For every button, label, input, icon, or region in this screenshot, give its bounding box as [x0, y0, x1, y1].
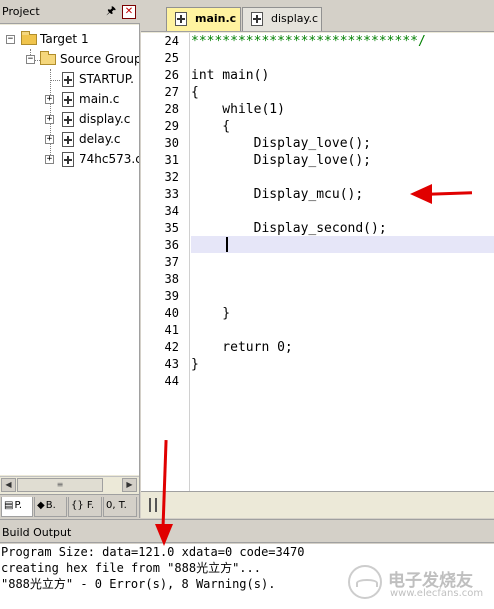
- code-line: while(1): [191, 102, 285, 117]
- pin-icon[interactable]: 🖈: [106, 5, 116, 17]
- line-number: 43: [164, 357, 179, 371]
- scrollbar-thumb[interactable]: ≡: [17, 478, 103, 492]
- line-number: 42: [164, 340, 179, 354]
- code-line: return 0;: [191, 340, 293, 355]
- expand-icon[interactable]: +: [45, 115, 54, 124]
- annotation-arrowhead-icon: [410, 184, 432, 204]
- expand-icon[interactable]: +: [45, 135, 54, 144]
- current-line-highlight: [191, 236, 494, 253]
- close-icon[interactable]: ✕: [122, 5, 136, 19]
- books-tab-icon: ◆: [37, 500, 45, 511]
- editor-tab-strip: main.c display.c: [141, 0, 494, 32]
- scroll-left-icon[interactable]: ◀: [1, 478, 16, 492]
- line-number: 36: [164, 238, 179, 252]
- tree-item-file-label: main.c: [79, 92, 120, 106]
- tree-item-file-label: display.c: [79, 112, 131, 126]
- line-number: 32: [164, 170, 179, 184]
- folder-icon: [40, 51, 56, 67]
- expand-icon[interactable]: +: [45, 155, 54, 164]
- watermark-logo-icon: [348, 565, 382, 599]
- tree-item-source-group-label: Source Group: [60, 52, 139, 66]
- collapse-icon[interactable]: −: [6, 35, 15, 44]
- build-output-line: "888光立方" - 0 Error(s), 8 Warning(s).: [1, 577, 276, 591]
- line-number: 35: [164, 221, 179, 235]
- line-number: 40: [164, 306, 179, 320]
- scroll-marker: [155, 498, 157, 512]
- project-panel: Project 🖈 ✕ − Target 1 − Source Group ST…: [0, 0, 140, 518]
- scroll-marker: [149, 498, 151, 512]
- code-line: Display_mcu();: [191, 187, 364, 202]
- file-icon: [60, 91, 76, 107]
- watermark-url: www.elecfans.com: [390, 588, 484, 599]
- project-panel-tabs: ▤P. ◆B. {} F. 0, T.: [0, 494, 139, 518]
- file-icon: [60, 111, 76, 127]
- code-editor[interactable]: 24 25 26 27 28 29 30 31 32 33 34 35 36 3…: [141, 33, 494, 491]
- project-tree: − Target 1 − Source Group STARTUP. + mai…: [0, 25, 139, 475]
- code-line: Display_second();: [191, 221, 387, 236]
- code-line: int main(): [191, 68, 270, 83]
- line-number: 38: [164, 272, 179, 286]
- line-number: 30: [164, 136, 179, 150]
- file-icon: [175, 12, 187, 26]
- line-number: 39: [164, 289, 179, 303]
- line-number: 28: [164, 102, 179, 116]
- tab-functions[interactable]: {} F.: [68, 497, 102, 517]
- code-line: {: [191, 85, 199, 100]
- expand-icon[interactable]: +: [45, 95, 54, 104]
- project-titlebar: Project 🖈 ✕: [0, 0, 140, 24]
- tree-item-file-label: delay.c: [79, 132, 121, 146]
- build-output-line: Program Size: data=121.0 xdata=0 code=34…: [1, 545, 305, 559]
- tree-item-target-label: Target 1: [40, 32, 89, 46]
- code-line: {: [191, 119, 231, 134]
- line-number: 34: [164, 204, 179, 218]
- line-number: 41: [164, 323, 179, 337]
- tab-label: display.c: [271, 12, 319, 25]
- file-icon: [60, 71, 76, 87]
- project-tab-icon: ▤: [4, 500, 14, 511]
- text-caret: [226, 237, 228, 252]
- target-folder-icon: [21, 31, 37, 47]
- file-icon: [251, 12, 263, 26]
- annotation-arrowhead-icon: [155, 524, 173, 546]
- line-number: 37: [164, 255, 179, 269]
- code-line: Display_love();: [191, 136, 372, 151]
- tab-display-c[interactable]: display.c: [242, 7, 322, 31]
- project-panel-title: Project: [2, 5, 40, 18]
- file-icon: [60, 131, 76, 147]
- collapse-icon[interactable]: −: [26, 55, 35, 64]
- code-line: Display_love();: [191, 153, 372, 168]
- line-number: 26: [164, 68, 179, 82]
- tab-label: main.c: [195, 12, 237, 25]
- build-output-title: Build Output: [2, 526, 72, 539]
- tree-item-file-label: STARTUP.: [79, 72, 134, 86]
- line-number: 33: [164, 187, 179, 201]
- build-output-line: creating hex file from "888光立方"...: [1, 561, 261, 575]
- editor-pane: main.c display.c 24 25 26 27 28 29 30 31…: [141, 0, 494, 518]
- code-line: }: [191, 306, 231, 321]
- line-number: 44: [164, 374, 179, 388]
- code-line: *****************************/: [191, 34, 426, 49]
- tree-horizontal-scrollbar[interactable]: ◀ ≡ ▶: [0, 476, 139, 492]
- line-number: 31: [164, 153, 179, 167]
- tree-connector: [50, 80, 60, 81]
- line-number: 27: [164, 85, 179, 99]
- code-line: }: [191, 357, 199, 372]
- tab-books[interactable]: ◆B.: [34, 497, 67, 517]
- scroll-right-icon[interactable]: ▶: [122, 478, 137, 492]
- line-number: 29: [164, 119, 179, 133]
- tab-project[interactable]: ▤P.: [1, 497, 33, 517]
- build-output-titlebar: Build Output: [0, 519, 494, 543]
- line-number: 25: [164, 51, 179, 65]
- editor-horizontal-scrollbar[interactable]: [141, 491, 494, 518]
- tab-main-c[interactable]: main.c: [166, 7, 241, 31]
- file-icon: [60, 151, 76, 167]
- tab-templates[interactable]: 0, T.: [103, 497, 137, 517]
- line-number: 24: [164, 34, 179, 48]
- tree-item-file-label: 74hc573.c: [79, 152, 139, 166]
